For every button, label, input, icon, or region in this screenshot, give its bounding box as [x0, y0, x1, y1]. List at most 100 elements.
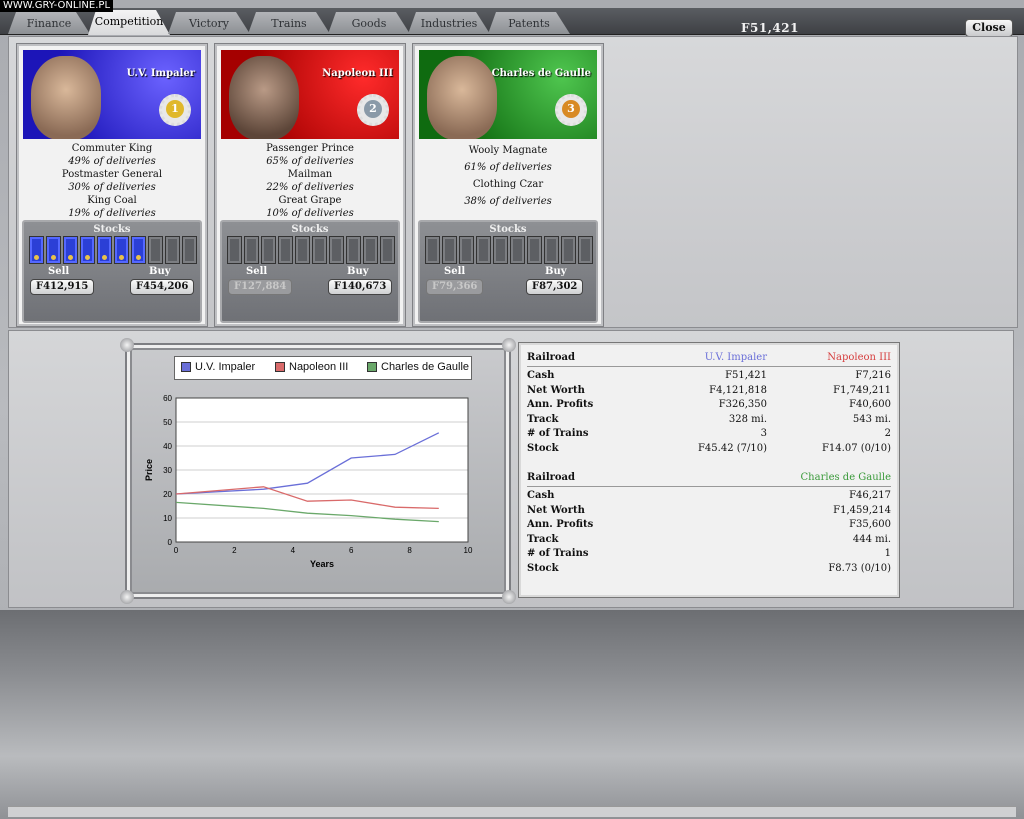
- title-list: Passenger Prince 65% of deliveries Mailm…: [221, 142, 399, 220]
- competitor-name: U.V. Impaler: [126, 68, 195, 79]
- tab-competition[interactable]: Competition: [88, 10, 170, 35]
- share-slot: [544, 236, 559, 264]
- header-col2: Napoleon III: [827, 352, 891, 363]
- share-slot: [578, 236, 593, 264]
- stocks-box: Stocks Sell Buy F79,366 F87,302: [418, 220, 598, 323]
- title-name: Clothing Czar: [472, 179, 544, 190]
- stat-label: Cash: [527, 490, 555, 501]
- portrait-uv-impaler: U.V. Impaler 1: [23, 50, 201, 139]
- sell-label: Sell: [246, 266, 268, 277]
- share-slot: [295, 236, 310, 264]
- share-slot: [425, 236, 440, 264]
- buy-stock-button[interactable]: F87,302: [526, 279, 584, 295]
- competitor-card-1: U.V. Impaler 1 Commuter King 49% of deli…: [17, 44, 207, 326]
- stat-label: Net Worth: [527, 504, 585, 516]
- share-slot: [131, 236, 146, 264]
- title-name: Passenger Prince: [266, 143, 354, 154]
- stocks-label: Stocks: [489, 224, 527, 235]
- x-tick-label: 4: [291, 546, 296, 555]
- tab-patents[interactable]: Patents: [488, 12, 570, 34]
- stat-label: Stock: [527, 562, 559, 574]
- stat-value: F46,217: [849, 490, 891, 501]
- sell-stock-button[interactable]: F412,915: [30, 279, 95, 295]
- stocks-box: Stocks Sell Buy F127,884 F140,673: [220, 220, 400, 323]
- share-slot: [278, 236, 293, 264]
- stat-value: F8.73 (0/10): [828, 562, 891, 574]
- stats-header-row: Railroad Charles de Gaulle: [527, 469, 891, 487]
- competitor-cards-panel: U.V. Impaler 1 Commuter King 49% of deli…: [8, 36, 1018, 328]
- title-name: Wooly Magnate: [468, 145, 548, 156]
- competitor-card-3: Charles de Gaulle 3 Wooly Magnate 61% of…: [413, 44, 603, 326]
- stat-label: Track: [527, 533, 559, 545]
- tab-goods[interactable]: Goods: [328, 12, 410, 34]
- title-name: Great Grape: [278, 195, 342, 206]
- share-slots: [227, 236, 395, 264]
- tab-trains[interactable]: Trains: [248, 12, 330, 34]
- share-slot: [80, 236, 95, 264]
- stat-value: 444 mi.: [852, 533, 891, 545]
- stat-value: F1,459,214: [833, 504, 891, 516]
- stocks-label: Stocks: [93, 224, 131, 235]
- sell-stock-button[interactable]: F79,366: [426, 279, 484, 295]
- share-slot: [363, 236, 378, 264]
- sell-stock-button[interactable]: F127,884: [228, 279, 293, 295]
- y-tick-label: 30: [163, 466, 172, 475]
- bottom-strip: [8, 806, 1016, 817]
- title-list: Wooly Magnate 61% of deliveries Clothing…: [419, 142, 597, 210]
- title-percent: 38% of deliveries: [464, 196, 552, 207]
- close-button[interactable]: Close: [965, 19, 1013, 37]
- player-cash: F51,421: [741, 21, 799, 35]
- comparison-panel: U.V. Impaler Napoleon III Charles de Gau…: [8, 330, 1014, 608]
- buy-stock-button[interactable]: F454,206: [130, 279, 195, 295]
- x-tick-label: 2: [232, 546, 237, 555]
- title-list: Commuter King 49% of deliveries Postmast…: [23, 142, 201, 220]
- share-slot: [442, 236, 457, 264]
- x-tick-label: 10: [464, 546, 473, 555]
- stat-label: # of Trains: [527, 428, 589, 439]
- tab-industries[interactable]: Industries: [408, 12, 490, 34]
- stats-row: # of Trains 3 2: [527, 428, 891, 443]
- stats-top-section: Railroad U.V. Impaler Napoleon III Cash F…: [527, 349, 891, 457]
- stat-value: F51,421: [725, 370, 767, 381]
- stat-label: Cash: [527, 370, 555, 381]
- stat-value: 328 mi.: [728, 413, 767, 425]
- stat-value: 1: [884, 548, 891, 559]
- title-name: Commuter King: [71, 143, 153, 154]
- header-label: Railroad: [527, 352, 576, 363]
- tab-victory[interactable]: Victory: [168, 12, 250, 34]
- stat-value: F1,749,211: [833, 384, 891, 396]
- buy-label: Buy: [149, 266, 171, 277]
- stats-header-row: Railroad U.V. Impaler Napoleon III: [527, 349, 891, 367]
- stat-value: 3: [760, 428, 767, 439]
- tab-finance[interactable]: Finance: [8, 12, 90, 34]
- stat-value: F35,600: [849, 519, 891, 530]
- title-percent: 19% of deliveries: [68, 208, 156, 219]
- share-slot: [244, 236, 259, 264]
- share-slot: [63, 236, 78, 264]
- sell-label: Sell: [444, 266, 466, 277]
- stat-label: Ann. Profits: [527, 399, 594, 410]
- share-slot: [329, 236, 344, 264]
- share-slot: [561, 236, 576, 264]
- tab-bar: Finance Competition Victory Trains Goods…: [0, 8, 1024, 37]
- share-slot: [510, 236, 525, 264]
- header-col2: Charles de Gaulle: [800, 472, 891, 483]
- buy-stock-button[interactable]: F140,673: [328, 279, 393, 295]
- stats-row: Track 444 mi.: [527, 534, 891, 549]
- stocks-box: Stocks Sell Buy F412,915 F454,206: [22, 220, 202, 323]
- title-percent: 65% of deliveries: [266, 156, 354, 167]
- competitor-card-2: Napoleon III 2 Passenger Prince 65% of d…: [215, 44, 405, 326]
- title-percent: 49% of deliveries: [68, 156, 156, 167]
- x-axis-label: Years: [310, 559, 334, 569]
- x-tick-label: 6: [349, 546, 354, 555]
- share-slot: [493, 236, 508, 264]
- share-slot: [227, 236, 242, 264]
- stocks-label: Stocks: [291, 224, 329, 235]
- share-slot: [97, 236, 112, 264]
- title-percent: 61% of deliveries: [464, 162, 552, 173]
- stats-row: Ann. Profits F326,350 F40,600: [527, 399, 891, 414]
- title-percent: 10% of deliveries: [266, 208, 354, 219]
- title-percent: 22% of deliveries: [266, 182, 354, 193]
- share-slot: [380, 236, 395, 264]
- share-slots: [29, 236, 197, 264]
